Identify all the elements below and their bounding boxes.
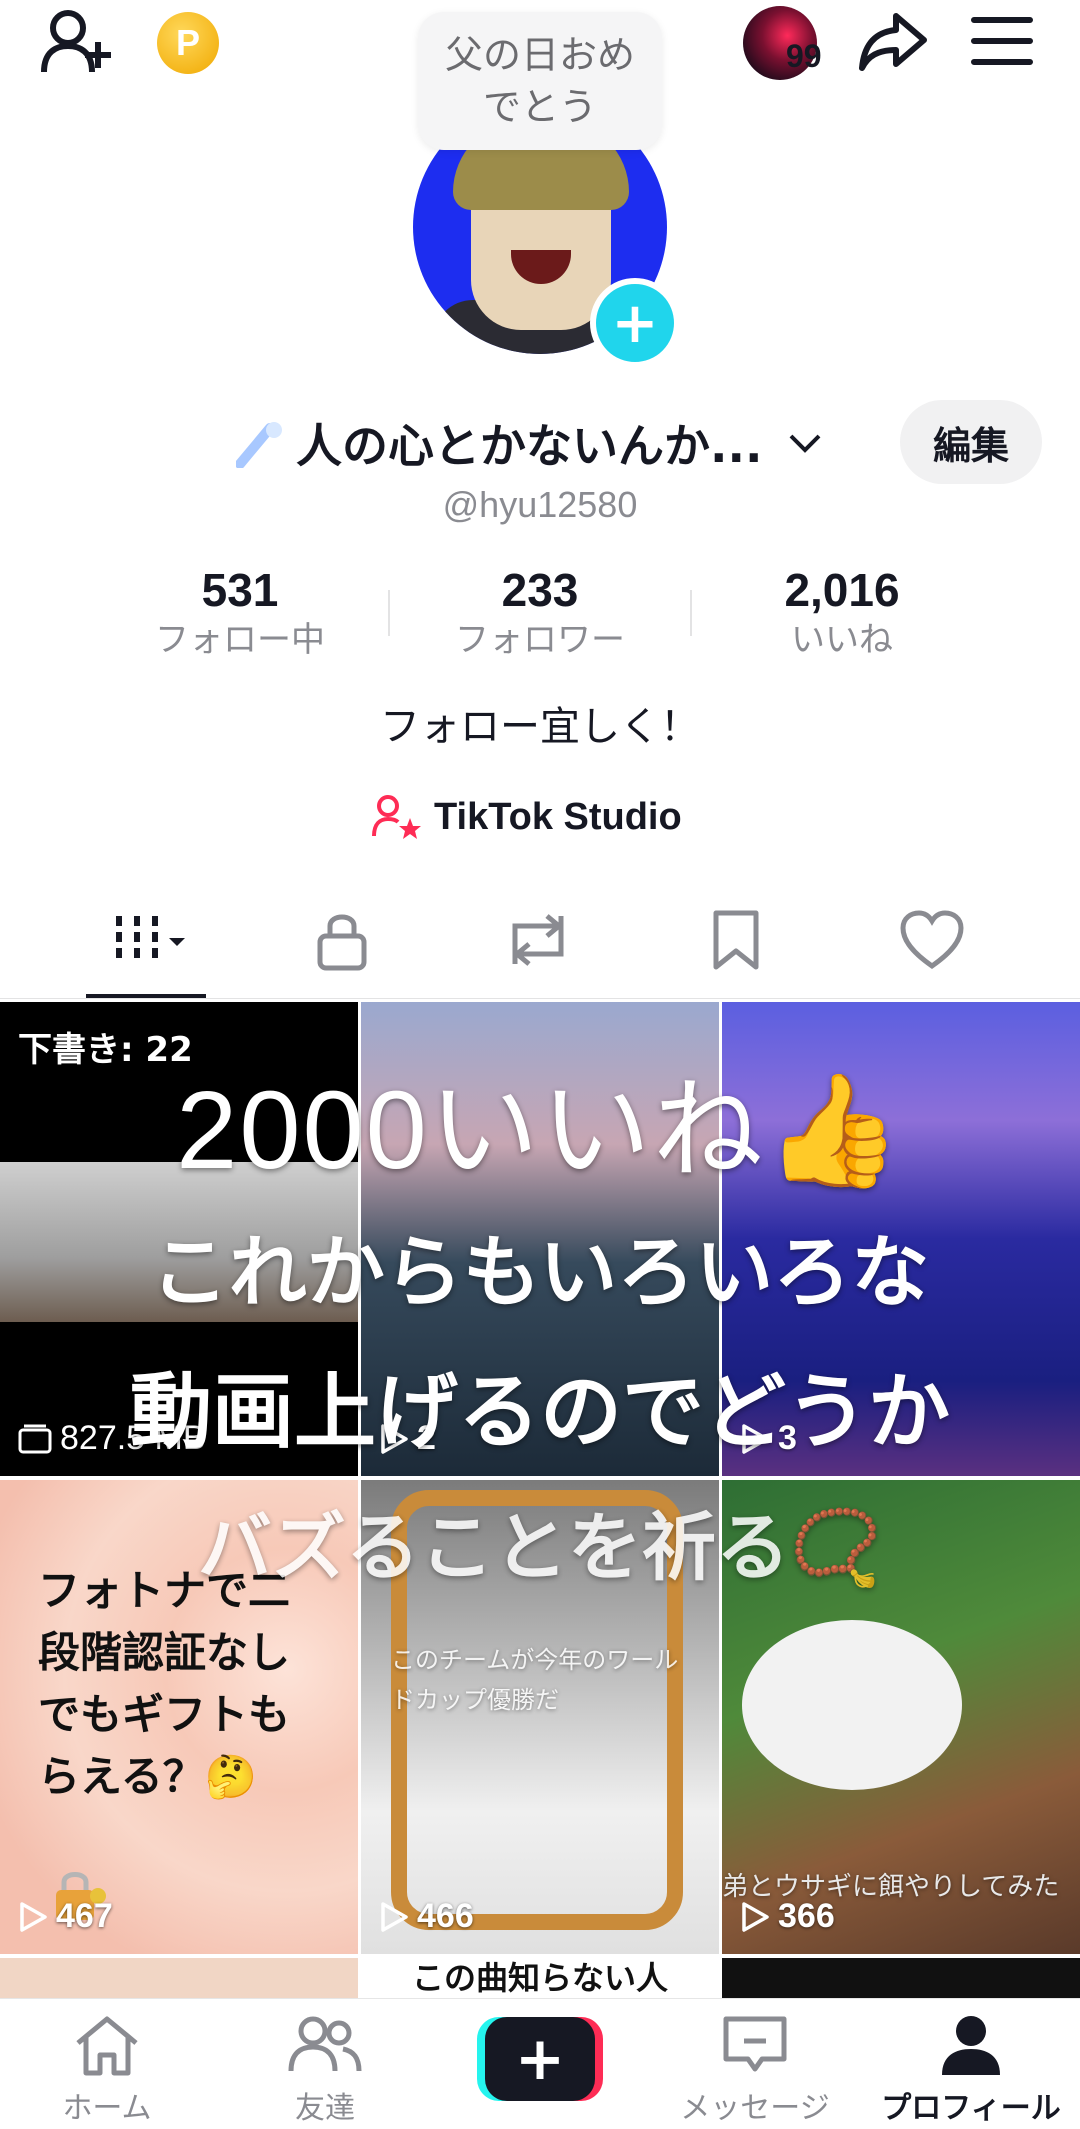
play-icon xyxy=(20,1901,47,1932)
video-caption: このチームが今年のワールドカップ優勝だ xyxy=(391,1646,679,1714)
stat-divider xyxy=(388,590,390,636)
overlay-line-2: これからもいろいろな xyxy=(150,1227,930,1318)
tiktok-studio-link[interactable]: TikTok Studio xyxy=(372,790,682,844)
nav-label: ホーム xyxy=(62,2091,152,2126)
chevron-down-icon[interactable] xyxy=(788,432,822,454)
notification-badge: 99 xyxy=(786,38,822,74)
play-icon xyxy=(742,1901,769,1932)
stat-value: 233 xyxy=(501,564,579,616)
overlay-line-4: バズることを祈る📿 xyxy=(197,1505,883,1591)
video-caption: この曲知らない人 xyxy=(411,1959,668,1997)
videos-grid-icon xyxy=(109,910,199,970)
play-icon xyxy=(381,1901,408,1932)
edit-profile-button[interactable]: 編集 xyxy=(900,400,1042,484)
nav-label: メッセージ xyxy=(680,2091,830,2126)
comet-icon xyxy=(236,418,286,468)
bookmark-icon xyxy=(710,909,762,971)
view-count-value: 467 xyxy=(56,1897,113,1935)
nav-profile[interactable]: プロフィール xyxy=(876,2013,1066,2127)
profile-bio: フォロー宜しく！ xyxy=(380,704,700,750)
menu-icon[interactable] xyxy=(970,14,1034,68)
nav-label: 友達 xyxy=(295,2091,355,2126)
video-cell[interactable] xyxy=(722,1958,1080,1998)
stat-value: 2,016 xyxy=(784,564,900,616)
tab-reposts[interactable] xyxy=(490,900,586,980)
nav-friends[interactable]: 友達 xyxy=(230,2013,420,2127)
video-cell[interactable]: この曲知らない人 xyxy=(361,1958,719,1998)
lock-icon xyxy=(312,908,372,972)
nav-label: プロフィール xyxy=(881,2091,1061,2126)
video-caption: フォトナで二段階認証なしでもギフトもらえる？🤔 xyxy=(38,1566,291,1801)
create-button[interactable]: + xyxy=(477,2017,603,2101)
stat-followers[interactable]: 233 フォロワー xyxy=(430,562,650,662)
view-count-value: 466 xyxy=(417,1897,474,1935)
coin-icon[interactable]: P xyxy=(157,12,219,74)
note-bubble[interactable]: 父の日おめ でとう xyxy=(418,12,662,150)
bottom-nav: ホーム 友達 + メッセージ プロフィール xyxy=(0,1998,1080,2129)
repost-icon xyxy=(503,910,573,970)
stat-following[interactable]: 531 フォロー中 xyxy=(130,562,350,662)
nav-home[interactable]: ホーム xyxy=(12,2013,202,2127)
profile-icon xyxy=(942,2016,1000,2075)
tab-favorites[interactable] xyxy=(688,900,784,980)
view-count: 366 xyxy=(740,1897,835,1936)
inbox-icon xyxy=(723,2016,787,2072)
overlay-line-3: 動画上げるのでどうか xyxy=(129,1364,950,1460)
nav-messages[interactable]: メッセージ xyxy=(660,2013,850,2127)
top-bar: P 父の日おめ でとう 99 xyxy=(0,0,1080,150)
tab-videos[interactable] xyxy=(106,900,202,980)
profile-name: 人の心とかないんか... xyxy=(296,419,763,473)
stat-divider xyxy=(690,590,692,636)
stat-likes[interactable]: 2,016 いいね xyxy=(732,562,952,662)
overlay-line-1: 2000いいね👍 xyxy=(176,1069,904,1192)
stat-label: いいね xyxy=(791,620,893,660)
tab-private[interactable] xyxy=(294,900,390,980)
friends-icon xyxy=(288,2016,362,2072)
view-count-value: 366 xyxy=(778,1897,835,1935)
home-icon xyxy=(76,2016,138,2076)
video-cell[interactable] xyxy=(0,1958,358,1998)
studio-label: TikTok Studio xyxy=(434,795,682,838)
stat-label: フォロワー xyxy=(455,620,625,660)
tabs-divider xyxy=(0,998,1080,999)
profile-name-row[interactable]: 人の心とかないんか... xyxy=(236,408,822,478)
plus-icon: + xyxy=(485,2017,595,2101)
add-avatar-plus-icon[interactable]: + xyxy=(590,278,680,368)
view-count: 467 xyxy=(18,1897,113,1936)
view-count: 466 xyxy=(379,1897,474,1936)
stat-value: 531 xyxy=(201,564,279,616)
stat-label: フォロー中 xyxy=(155,620,325,660)
tab-liked[interactable] xyxy=(884,900,980,980)
rabbit-image xyxy=(742,1620,962,1790)
share-icon[interactable] xyxy=(858,10,928,74)
heart-icon xyxy=(899,910,965,970)
creator-star-icon xyxy=(372,794,422,840)
add-friend-icon[interactable] xyxy=(40,6,114,76)
profile-handle: @hyu12580 xyxy=(442,484,638,525)
